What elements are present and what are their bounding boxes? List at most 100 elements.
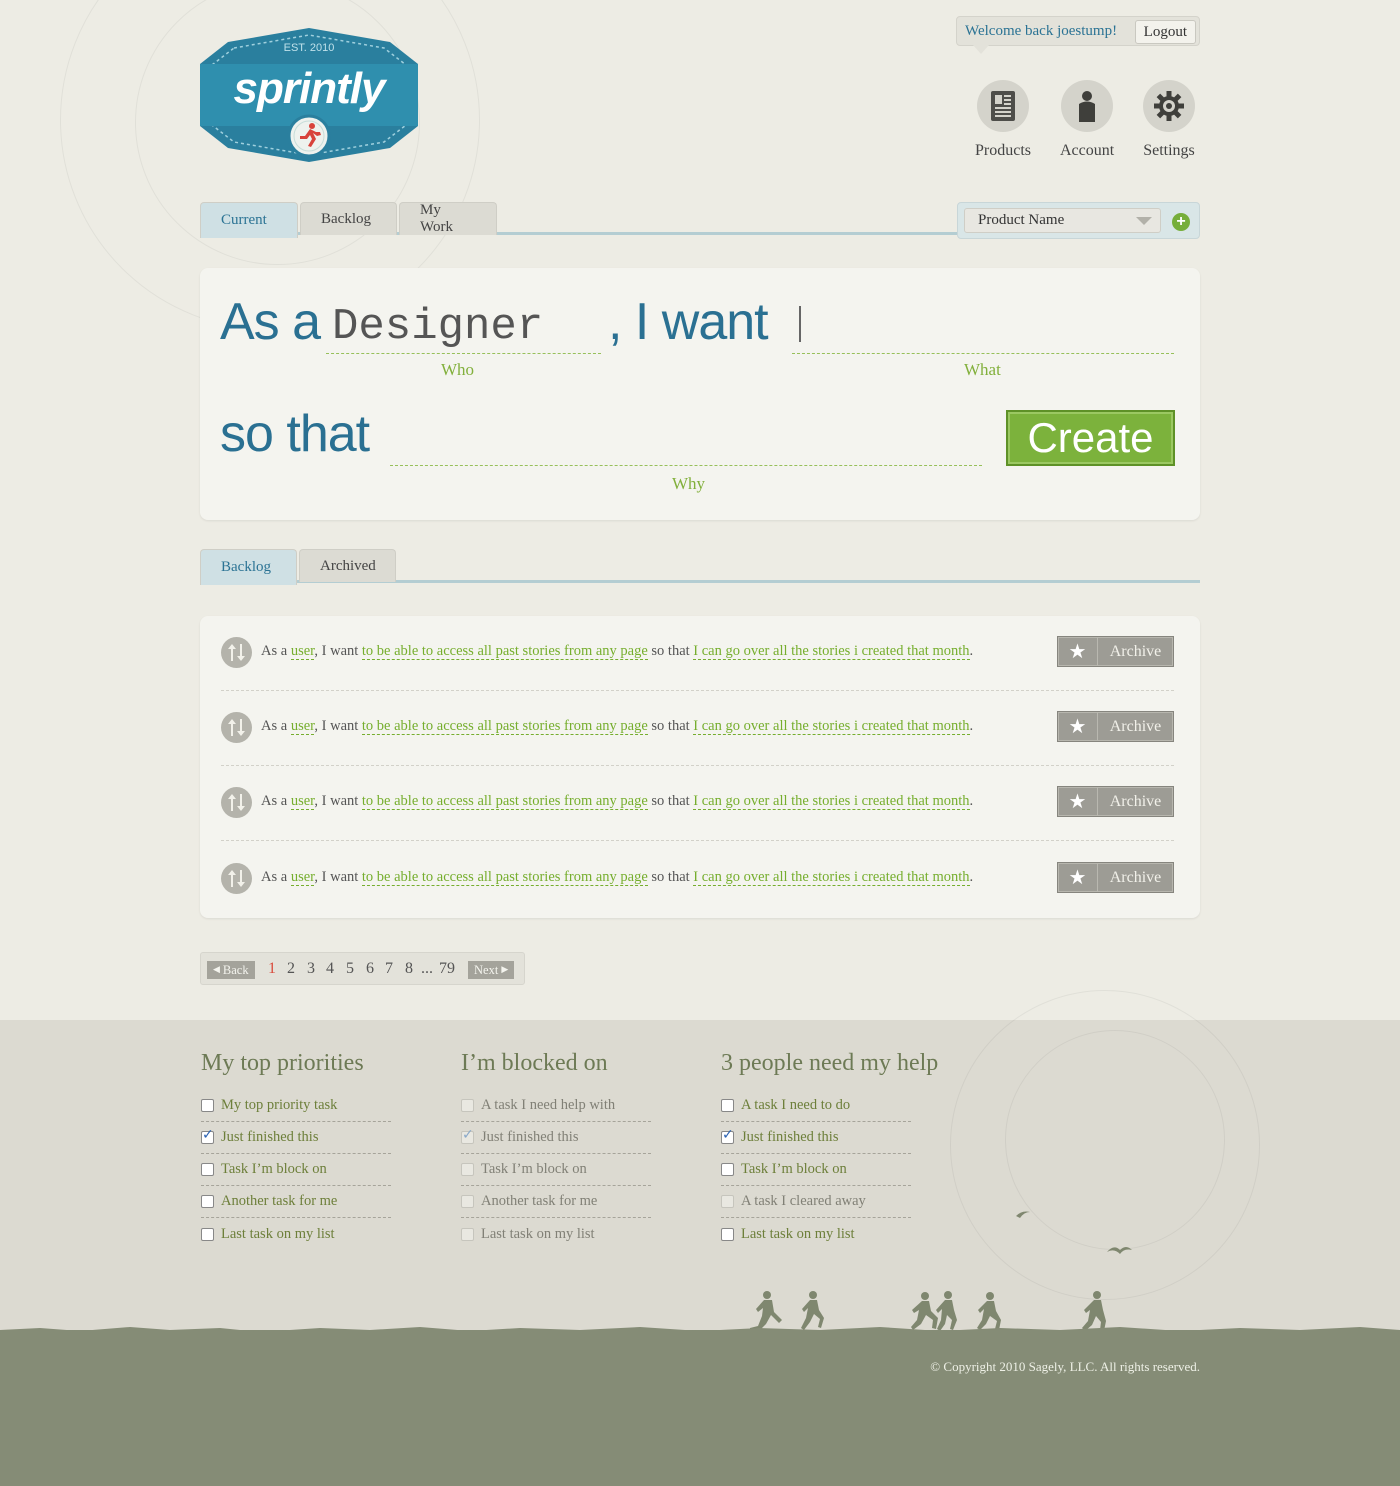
task-label: Just finished this: [481, 1129, 579, 1145]
task-item: A task I need to do: [721, 1090, 911, 1122]
chevron-left-icon: ◀: [213, 965, 220, 975]
story-as-a: As a: [261, 793, 288, 809]
archive-label: Archive: [1109, 717, 1162, 735]
archive-button[interactable]: ★ Archive: [1057, 862, 1174, 893]
page-ellipsis: ...: [421, 960, 433, 977]
pagination: ◀ Back 1 2 3 4 5 6 7 8 ... 79 Next ▶: [200, 952, 525, 985]
task-checkbox[interactable]: [721, 1163, 734, 1176]
list-item: As a user, I want to be able to access a…: [221, 766, 1174, 841]
task-checkbox[interactable]: [721, 1099, 734, 1112]
task-checkbox[interactable]: [201, 1099, 214, 1112]
task-item: Just finished this: [461, 1122, 651, 1154]
task-checkbox[interactable]: [461, 1099, 474, 1112]
story-who-link[interactable]: user: [290, 643, 315, 660]
footer-ground: [0, 1327, 1400, 1486]
ground-edge: [0, 1327, 1400, 1336]
who-input[interactable]: [326, 300, 601, 354]
top-priorities-column: My top priorities My top priority task J…: [201, 1050, 401, 1250]
nav-settings[interactable]: Settings: [1143, 80, 1195, 160]
page-number[interactable]: 79: [439, 960, 455, 978]
sprintly-logo[interactable]: EST. 2010 sprintly: [200, 28, 418, 162]
task-checkbox[interactable]: [201, 1195, 214, 1208]
sort-handle-icon[interactable]: [221, 787, 252, 818]
nav-products[interactable]: Products: [975, 80, 1031, 160]
archive-button[interactable]: ★ Archive: [1057, 711, 1174, 742]
story-so-that: so that: [651, 718, 690, 734]
page-number[interactable]: 3: [307, 960, 315, 978]
nav-account-label: Account: [1060, 142, 1115, 159]
task-label: Last task on my list: [221, 1225, 335, 1242]
tab-archived[interactable]: Archived: [299, 549, 396, 582]
create-button[interactable]: Create: [1006, 410, 1175, 466]
bird-icon: [1016, 1211, 1030, 1218]
story-why-link[interactable]: I can go over all the stories i created …: [693, 643, 970, 660]
archive-label: Archive: [1109, 642, 1162, 660]
archive-button[interactable]: ★ Archive: [1057, 636, 1174, 667]
tab-current[interactable]: Current: [200, 202, 298, 238]
what-input[interactable]: [792, 300, 1174, 354]
page-number[interactable]: 8: [405, 960, 413, 978]
story-who-link[interactable]: user: [290, 869, 315, 886]
sort-handle-icon[interactable]: [221, 712, 252, 743]
page-number[interactable]: 2: [287, 960, 295, 978]
story-why-link[interactable]: I can go over all the stories i created …: [693, 793, 970, 810]
next-label: Next: [474, 962, 499, 977]
story-why-link[interactable]: I can go over all the stories i created …: [693, 718, 970, 735]
product-select[interactable]: Product Name: [964, 208, 1161, 233]
task-checkbox[interactable]: [721, 1127, 734, 1144]
next-button[interactable]: Next ▶: [468, 961, 515, 979]
story-text: As a user, I want to be able to access a…: [261, 793, 973, 810]
sort-handle-icon[interactable]: [221, 637, 252, 668]
why-input[interactable]: [390, 412, 982, 466]
logo-wordmark: sprintly: [233, 64, 386, 113]
chevron-down-icon: [1136, 217, 1152, 225]
task-label: A task I need to do: [741, 1097, 851, 1113]
task-label: A task I need help with: [481, 1097, 616, 1113]
archive-button[interactable]: ★ Archive: [1057, 786, 1174, 817]
page-number[interactable]: 5: [346, 960, 354, 978]
story-as-a: As a: [261, 643, 288, 659]
story-what-link[interactable]: to be able to access all past stories fr…: [361, 793, 648, 810]
task-checkbox[interactable]: [461, 1163, 474, 1176]
story-end: .: [969, 869, 974, 885]
page-number[interactable]: 7: [385, 960, 393, 978]
story-what-link[interactable]: to be able to access all past stories fr…: [361, 718, 648, 735]
page-number[interactable]: 6: [366, 960, 374, 978]
archive-label: Archive: [1109, 868, 1162, 886]
task-checkbox[interactable]: [461, 1195, 474, 1208]
story-what-link[interactable]: to be able to access all past stories fr…: [361, 869, 648, 886]
product-selector-box: Product Name +: [957, 202, 1200, 239]
page-number[interactable]: 4: [326, 960, 334, 978]
sort-handle-icon[interactable]: [221, 863, 252, 894]
tab-backlog[interactable]: Backlog: [300, 202, 397, 235]
nav-account[interactable]: Account: [1060, 80, 1114, 160]
story-i-want: , I want: [314, 718, 359, 734]
logout-button[interactable]: Logout: [1134, 20, 1196, 44]
story-end: .: [969, 718, 974, 734]
add-product-button[interactable]: +: [1172, 213, 1190, 231]
tab-backlog-list[interactable]: Backlog: [200, 549, 297, 585]
story-as-a: As a: [261, 718, 288, 734]
task-item: Last task on my list: [201, 1218, 391, 1250]
product-select-value: Product Name: [978, 212, 1065, 228]
column-title: I’m blocked on: [461, 1050, 608, 1076]
task-label: Just finished this: [741, 1129, 839, 1145]
task-label: Task I’m block on: [221, 1161, 327, 1177]
task-checkbox[interactable]: [201, 1163, 214, 1176]
star-icon: ★: [1058, 712, 1098, 741]
story-why-link[interactable]: I can go over all the stories i created …: [693, 869, 970, 886]
story-who-link[interactable]: user: [290, 718, 315, 735]
page-number[interactable]: 1: [268, 960, 276, 978]
task-checkbox[interactable]: [461, 1227, 474, 1241]
tab-my-work[interactable]: My Work: [399, 202, 497, 235]
story-who-link[interactable]: user: [290, 793, 315, 810]
products-icon: [977, 80, 1029, 132]
story-i-want: , I want: [314, 793, 359, 809]
task-checkbox[interactable]: [201, 1127, 214, 1144]
logo-est: EST. 2010: [283, 42, 335, 54]
task-checkbox[interactable]: [461, 1127, 474, 1144]
back-button[interactable]: ◀ Back: [207, 961, 255, 979]
story-so-that: so that: [651, 869, 690, 885]
task-checkbox[interactable]: [201, 1227, 214, 1241]
story-what-link[interactable]: to be able to access all past stories fr…: [361, 643, 648, 660]
